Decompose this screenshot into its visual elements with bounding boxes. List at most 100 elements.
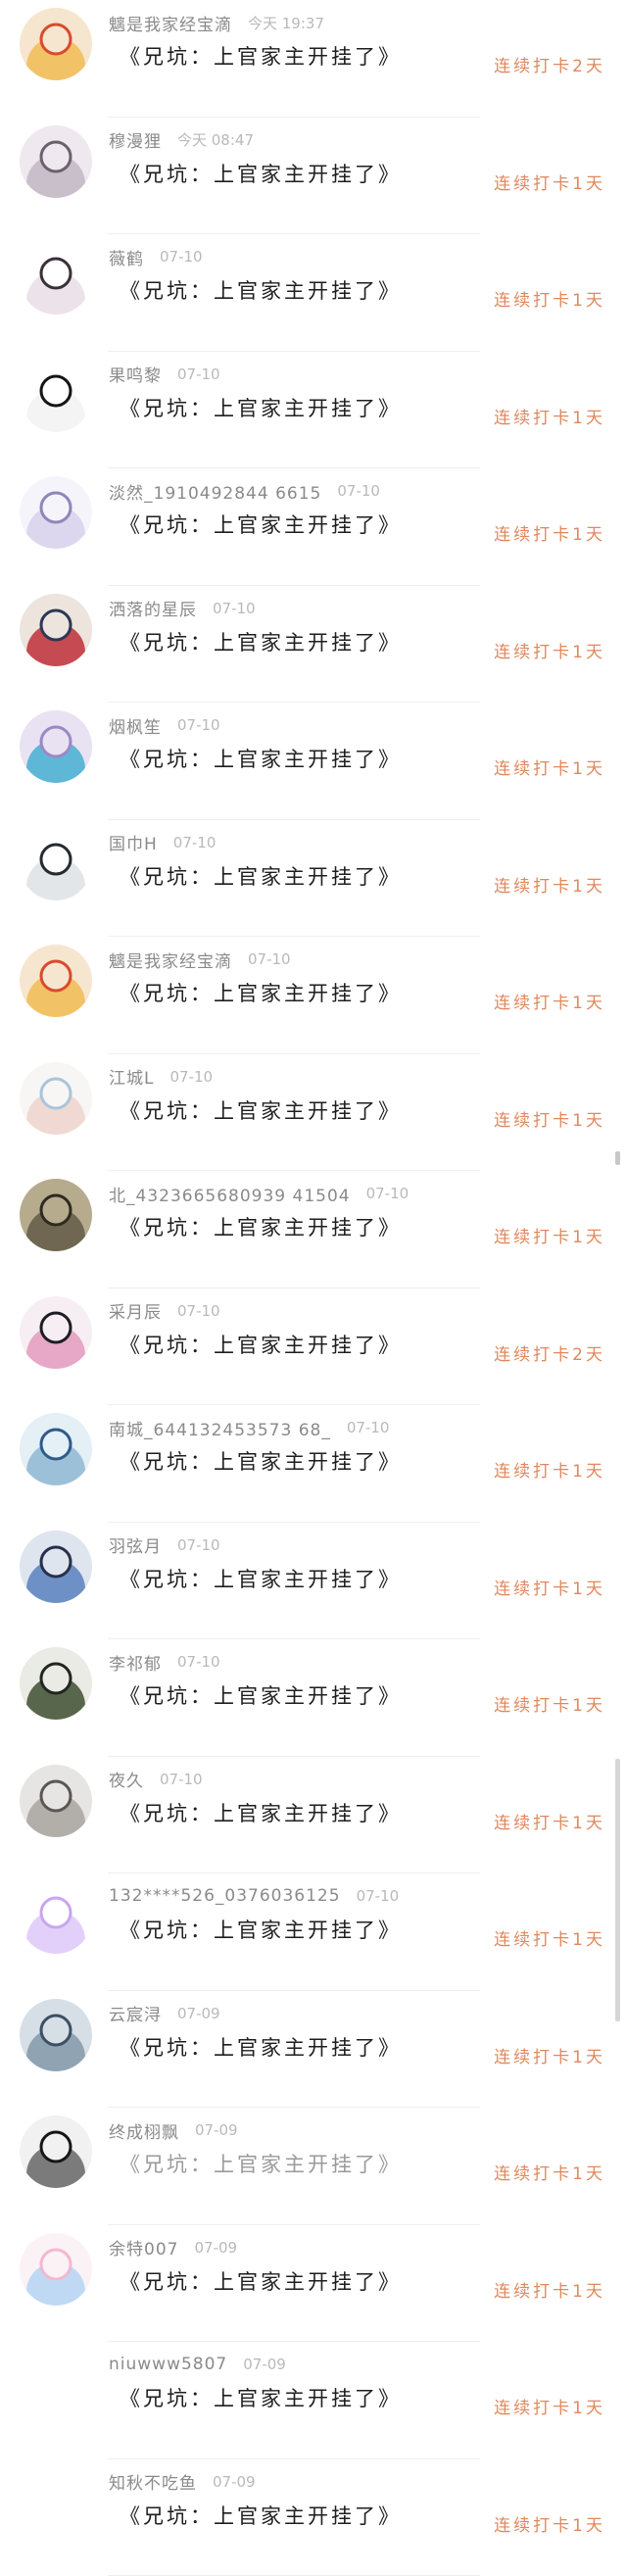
user-avatar[interactable]	[20, 1999, 92, 2071]
username[interactable]: 羽弦月	[109, 1532, 162, 1557]
username[interactable]: 李祁郁	[109, 1650, 162, 1675]
checkin-row[interactable]: 知秋不吃鱼 07-09 《兄坑：上官家主开挂了》 连续打卡1天	[0, 2459, 627, 2576]
book-title[interactable]: 《兄坑：上官家主开挂了》	[120, 510, 402, 539]
user-avatar[interactable]	[20, 125, 92, 198]
checkin-row[interactable]: 终成栩飘07-09《兄坑：上官家主开挂了》连续打卡1天	[0, 2108, 627, 2225]
row-meta: 李祁郁07-10	[109, 1649, 220, 1675]
streak-label: 连续打卡1天	[494, 2160, 605, 2184]
book-title[interactable]: 《兄坑：上官家主开挂了》	[120, 1212, 402, 1241]
checkin-row[interactable]: 淡然_1910492844 661507-10《兄坑：上官家主开挂了》连续打卡1…	[0, 468, 627, 586]
streak-label: 连续打卡1天	[494, 2511, 605, 2536]
book-title[interactable]: 《兄坑：上官家主开挂了》	[120, 2383, 402, 2412]
username[interactable]: 知秋不吃鱼	[109, 2469, 197, 2494]
checkin-row[interactable]: 烟枫笙07-10《兄坑：上官家主开挂了》连续打卡1天	[0, 703, 627, 820]
row-meta: 南城_644132453573 68_07-10	[109, 1415, 389, 1440]
username[interactable]: 魑是我家经宝滴	[109, 11, 232, 35]
username[interactable]: 果鸣黎	[109, 362, 162, 386]
book-title[interactable]: 《兄坑：上官家主开挂了》	[120, 2501, 402, 2530]
book-title[interactable]: 《兄坑：上官家主开挂了》	[120, 978, 402, 1007]
username[interactable]: 淡然_1910492844 6615	[109, 479, 321, 504]
checkin-row[interactable]: 北_4323665680939 4150407-10《兄坑：上官家主开挂了》连续…	[0, 1171, 627, 1288]
book-title[interactable]: 《兄坑：上官家主开挂了》	[120, 159, 402, 188]
user-avatar[interactable]	[20, 360, 92, 432]
checkin-time: 07-10	[337, 482, 380, 500]
book-title[interactable]: 《兄坑：上官家主开挂了》	[120, 1680, 402, 1710]
user-avatar[interactable]	[20, 1881, 92, 1954]
book-title[interactable]: 《兄坑：上官家主开挂了》	[120, 1915, 402, 1944]
user-avatar[interactable]	[20, 1062, 92, 1135]
checkin-row[interactable]: 132****526_037603612507-10《兄坑：上官家主开挂了》连续…	[0, 1873, 627, 1991]
username[interactable]: 烟枫笙	[109, 713, 162, 738]
username[interactable]: 南城_644132453573 68_	[109, 1416, 331, 1440]
book-title[interactable]: 《兄坑：上官家主开挂了》	[120, 1095, 402, 1125]
user-avatar[interactable]	[20, 710, 92, 783]
row-meta: 知秋不吃鱼 07-09	[109, 2469, 256, 2495]
checkin-row[interactable]: 李祁郁07-10《兄坑：上官家主开挂了》连续打卡1天	[0, 1639, 627, 1757]
user-avatar[interactable]	[20, 1647, 92, 1720]
row-meta: 夜久07-10	[109, 1767, 203, 1792]
username[interactable]: 采月辰	[109, 1298, 162, 1323]
user-avatar[interactable]	[20, 1531, 92, 1603]
username[interactable]: 北_4323665680939 41504	[109, 1182, 351, 1206]
checkin-row[interactable]: 国巾H07-10《兄坑：上官家主开挂了》连续打卡1天	[0, 820, 627, 938]
user-avatar[interactable]	[20, 594, 92, 666]
user-avatar[interactable]	[20, 1765, 92, 1837]
book-title[interactable]: 《兄坑：上官家主开挂了》	[120, 275, 402, 305]
checkin-time: 07-10	[169, 1068, 213, 1086]
checkin-row[interactable]: 江城L07-10《兄坑：上官家主开挂了》连续打卡1天	[0, 1054, 627, 1172]
user-avatar[interactable]	[20, 1296, 92, 1369]
username[interactable]: niuwww5807	[109, 2355, 227, 2374]
book-title[interactable]: 《兄坑：上官家主开挂了》	[120, 744, 402, 773]
book-title[interactable]: 《兄坑：上官家主开挂了》	[120, 861, 402, 891]
book-title[interactable]: 《兄坑：上官家主开挂了》	[120, 2149, 402, 2178]
book-title[interactable]: 《兄坑：上官家主开挂了》	[120, 627, 402, 656]
book-title[interactable]: 《兄坑：上官家主开挂了》	[120, 2032, 402, 2062]
user-avatar[interactable]	[20, 2467, 92, 2540]
username[interactable]: 夜久	[109, 1767, 144, 1791]
user-avatar[interactable]	[20, 2115, 92, 2188]
book-title[interactable]: 《兄坑：上官家主开挂了》	[120, 393, 402, 422]
username[interactable]: 云宸浔	[109, 2001, 162, 2025]
user-avatar[interactable]	[20, 8, 92, 80]
checkin-row[interactable]: 夜久07-10《兄坑：上官家主开挂了》连续打卡1天	[0, 1757, 627, 1874]
book-title[interactable]: 《兄坑：上官家主开挂了》	[120, 41, 402, 71]
checkin-row[interactable]: 余特00707-09《兄坑：上官家主开挂了》连续打卡1天	[0, 2225, 627, 2343]
user-avatar[interactable]	[20, 2233, 92, 2306]
book-title[interactable]: 《兄坑：上官家主开挂了》	[120, 1564, 402, 1593]
checkin-time: 07-09	[213, 2473, 256, 2491]
book-title[interactable]: 《兄坑：上官家主开挂了》	[120, 1798, 402, 1827]
checkin-row[interactable]: 云宸浔07-09《兄坑：上官家主开挂了》连续打卡1天	[0, 1991, 627, 2109]
checkin-row[interactable]: 南城_644132453573 68_07-10《兄坑：上官家主开挂了》连续打卡…	[0, 1405, 627, 1523]
user-avatar[interactable]	[20, 1413, 92, 1485]
username[interactable]: 穆漫狸	[109, 127, 162, 152]
user-avatar[interactable]	[20, 1179, 92, 1251]
username[interactable]: 江城L	[109, 1064, 154, 1089]
username[interactable]: 洒落的星辰	[109, 596, 197, 620]
checkin-row[interactable]: 洒落的星辰07-10《兄坑：上官家主开挂了》连续打卡1天	[0, 586, 627, 704]
row-meta: 北_4323665680939 4150407-10	[109, 1181, 409, 1206]
checkin-row[interactable]: 薇鹤07-10《兄坑：上官家主开挂了》连续打卡1天	[0, 234, 627, 352]
checkin-row[interactable]: 穆漫狸今天 08:47《兄坑：上官家主开挂了》连续打卡1天	[0, 118, 627, 235]
user-avatar[interactable]	[20, 945, 92, 1017]
checkin-row[interactable]: 羽弦月07-10《兄坑：上官家主开挂了》连续打卡1天	[0, 1523, 627, 1640]
checkin-row[interactable]: 魑是我家经宝滴今天 19:37《兄坑：上官家主开挂了》连续打卡2天	[0, 0, 627, 118]
user-avatar[interactable]	[20, 476, 92, 549]
username[interactable]: 132****526_0376036125	[109, 1886, 341, 1906]
checkin-row[interactable]: 魑是我家经宝滴07-10《兄坑：上官家主开挂了》连续打卡1天	[0, 937, 627, 1054]
username[interactable]: 魑是我家经宝滴	[109, 948, 232, 972]
username[interactable]: 薇鹤	[109, 245, 144, 269]
username[interactable]: 余特007	[109, 2235, 178, 2260]
user-avatar[interactable]	[20, 2350, 92, 2422]
checkin-row[interactable]: 果鸣黎07-10《兄坑：上官家主开挂了》连续打卡1天	[0, 352, 627, 469]
book-title[interactable]: 《兄坑：上官家主开挂了》	[120, 1446, 402, 1476]
user-avatar[interactable]	[20, 242, 92, 315]
checkin-row[interactable]: niuwww580707-09《兄坑：上官家主开挂了》连续打卡1天	[0, 2342, 627, 2459]
book-title[interactable]: 《兄坑：上官家主开挂了》	[120, 2266, 402, 2296]
scrollbar-thumb[interactable]	[615, 1759, 620, 2021]
book-title[interactable]: 《兄坑：上官家主开挂了》	[120, 1330, 402, 1359]
avatar-image	[20, 945, 92, 1017]
user-avatar[interactable]	[20, 828, 92, 900]
username[interactable]: 国巾H	[109, 830, 158, 854]
checkin-row[interactable]: 采月辰07-10《兄坑：上官家主开挂了》连续打卡2天	[0, 1288, 627, 1406]
username[interactable]: 终成栩飘	[109, 2118, 179, 2143]
